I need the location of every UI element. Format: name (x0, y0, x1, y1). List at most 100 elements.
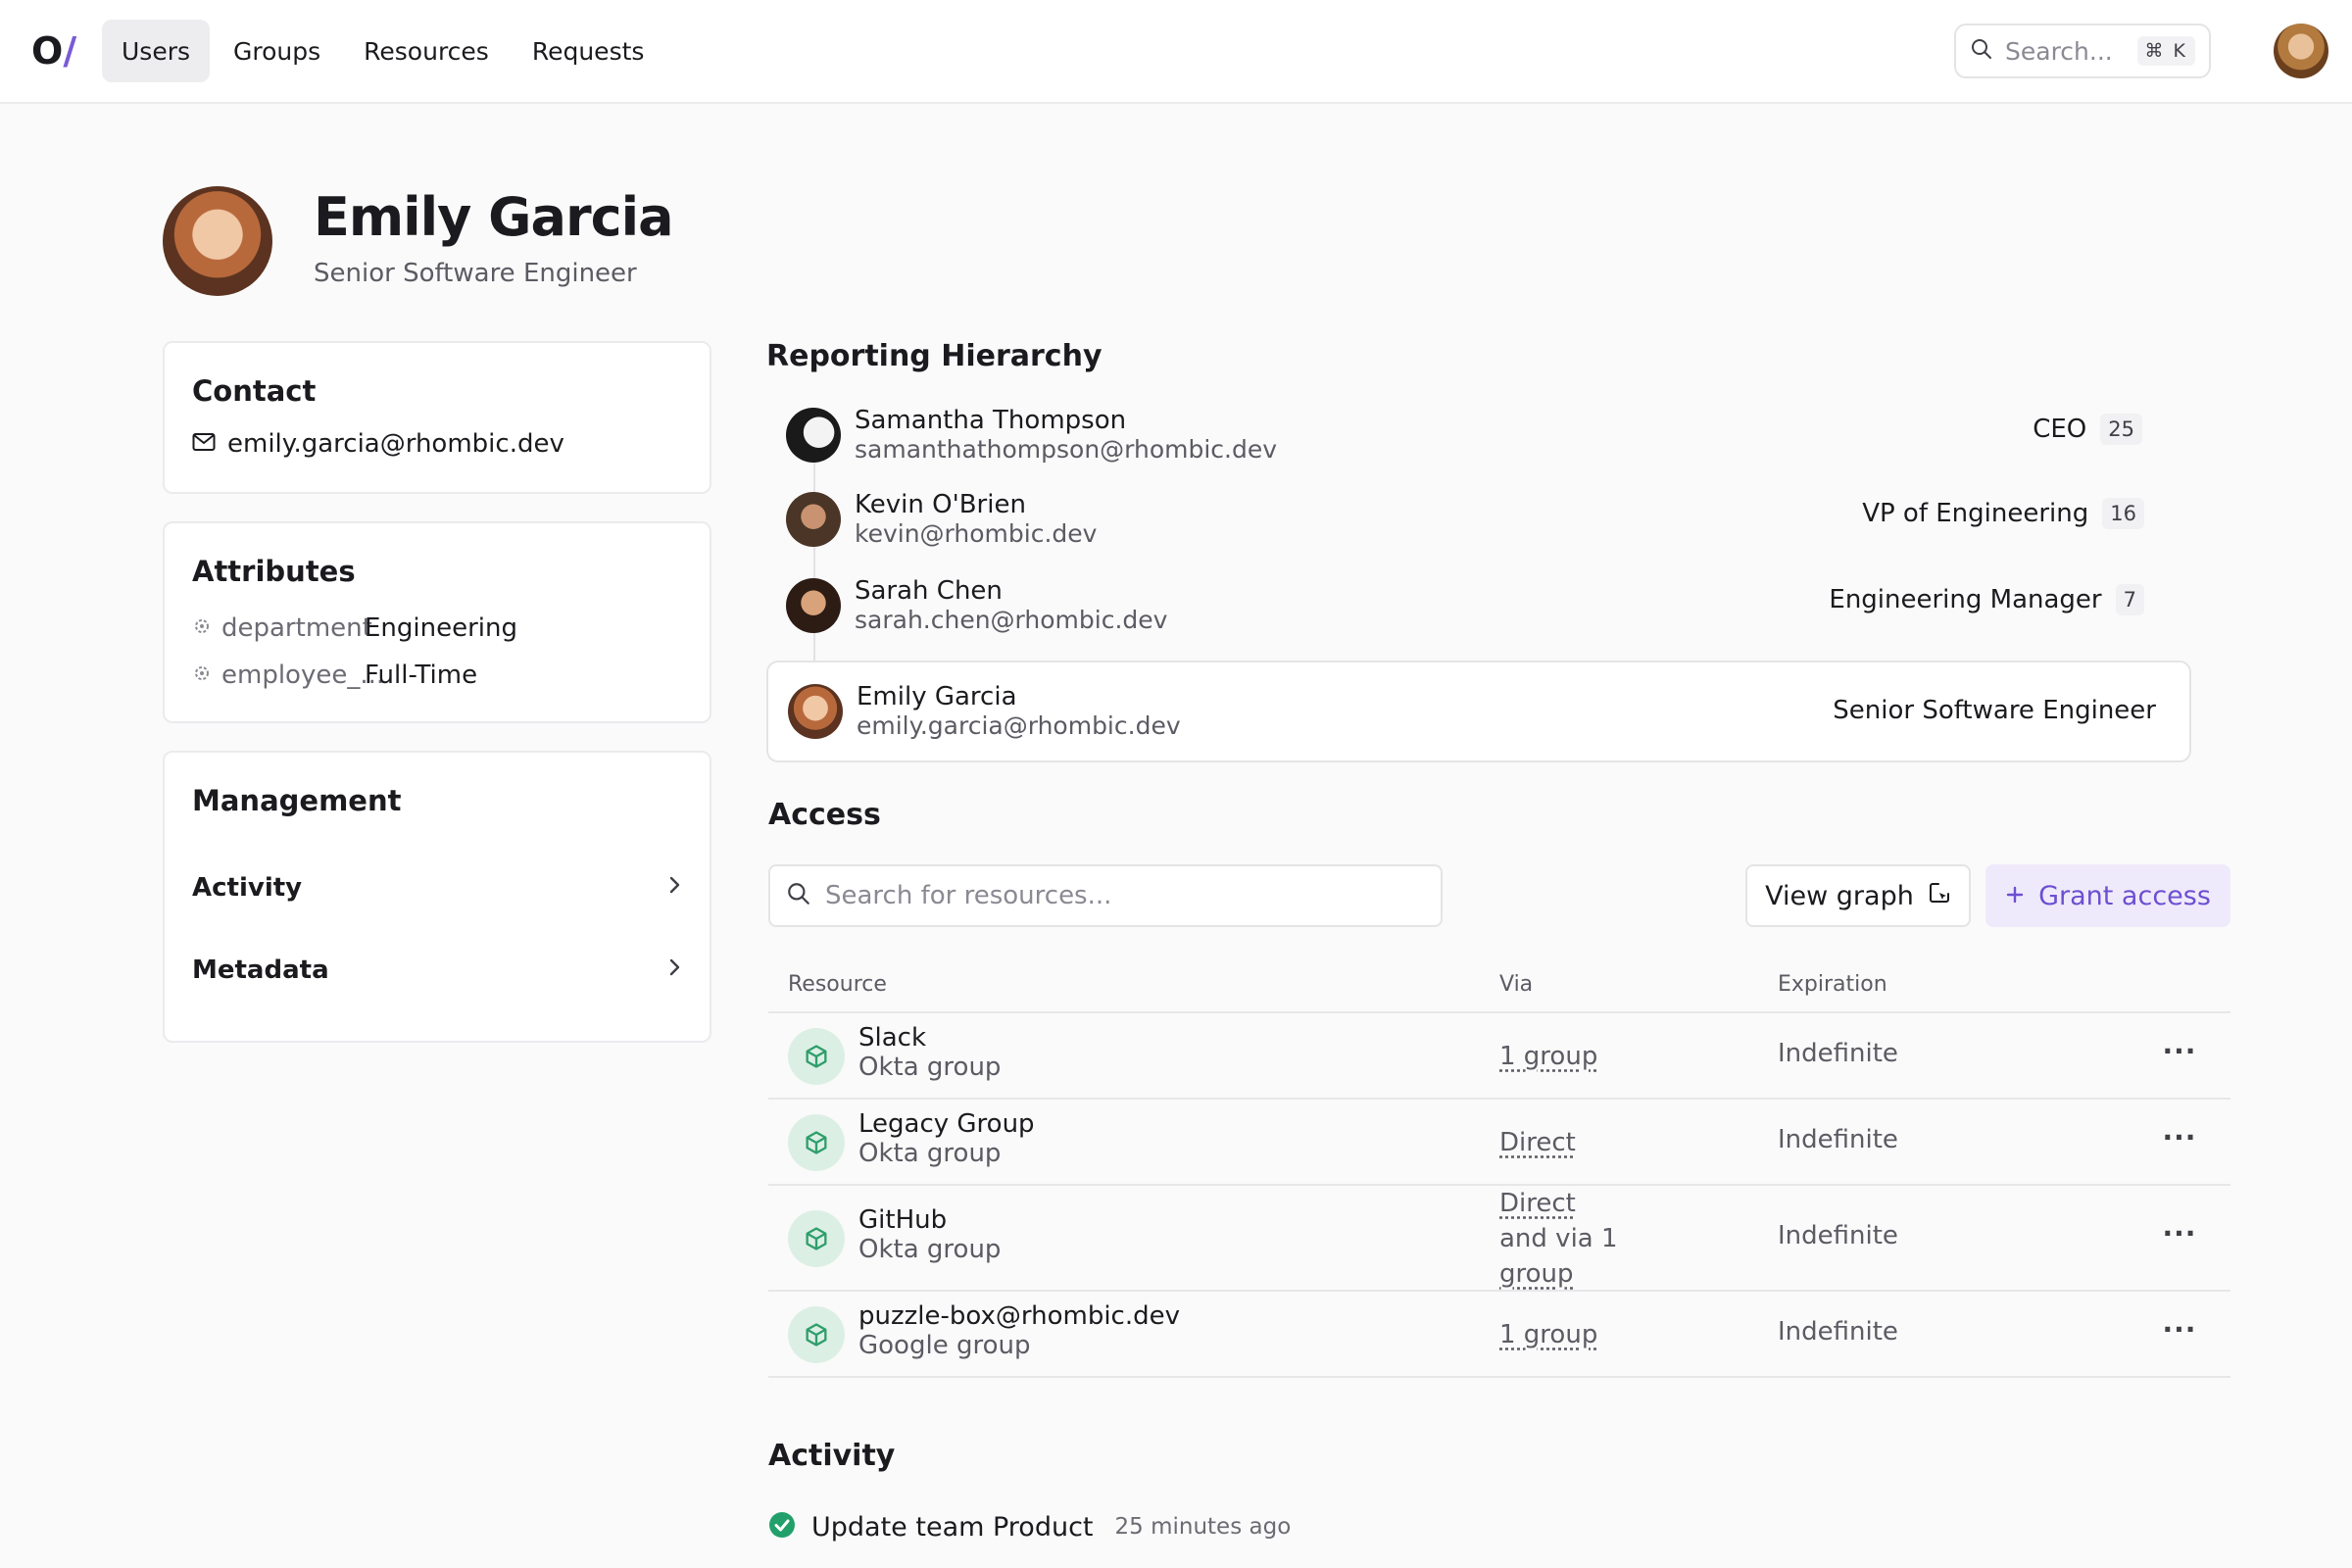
hierarchy-person[interactable]: Kevin O'Brien kevin@rhombic.dev VP of En… (768, 484, 2160, 553)
nav-users[interactable]: Users (102, 20, 211, 82)
attribute-row: department Engineering (192, 613, 517, 643)
hierarchy-person-name: Samantha Thompson (855, 406, 1127, 435)
management-item-activity[interactable]: Activity (192, 858, 682, 917)
main-nav: Users Groups Resources Requests (102, 20, 663, 82)
resource-icon (788, 1028, 845, 1085)
access-via[interactable]: Direct (1499, 1125, 1576, 1160)
table-row[interactable]: Legacy Group Okta group Direct Indefinit… (768, 1100, 2230, 1186)
check-circle-icon (768, 1511, 796, 1543)
hierarchy-person-name: Kevin O'Brien (855, 490, 1026, 519)
view-graph-button[interactable]: View graph (1745, 864, 1971, 927)
column-header-via[interactable]: Via (1499, 972, 1533, 997)
sync-icon (192, 661, 212, 690)
profile-name: Emily Garcia (314, 186, 674, 248)
management-card: Management Activity Metadata (163, 751, 711, 1043)
access-title: Access (768, 798, 881, 832)
column-header-expiration[interactable]: Expiration (1778, 972, 1887, 997)
column-header-resource[interactable]: Resource (788, 972, 887, 997)
management-card-title: Management (192, 784, 402, 817)
top-navigation-bar: O / Users Groups Resources Requests Searc… (0, 0, 2352, 104)
resource-icon (788, 1306, 845, 1363)
attribute-key: department (192, 613, 372, 643)
chevron-right-icon (666, 956, 682, 985)
role-label: CEO (2033, 415, 2087, 444)
avatar (788, 684, 843, 739)
avatar (786, 492, 841, 547)
activity-item[interactable]: Update team Product 25 minutes ago (768, 1511, 1291, 1543)
hierarchy-person-email: emily.garcia@rhombic.dev (857, 711, 1181, 740)
plus-icon (2005, 881, 2025, 911)
row-more-button[interactable]: ··· (2160, 1217, 2199, 1250)
view-graph-label: View graph (1765, 880, 1914, 911)
chevron-right-icon (666, 873, 682, 903)
attribute-value: Full-Time (365, 661, 478, 690)
global-search-placeholder: Search... (2005, 36, 2113, 66)
global-search-input[interactable]: Search... ⌘ K (1954, 24, 2211, 78)
hierarchy-current-user[interactable]: Emily Garcia emily.garcia@rhombic.dev Se… (766, 661, 2191, 762)
via-line: 1 group (1499, 1320, 1598, 1349)
hierarchy-person-email: kevin@rhombic.dev (855, 519, 1098, 548)
activity-timestamp: 25 minutes ago (1114, 1514, 1292, 1540)
resource-search-input[interactable]: Search for resources... (768, 864, 1443, 927)
current-user-avatar[interactable] (2274, 24, 2328, 78)
row-more-button[interactable]: ··· (2160, 1035, 2199, 1067)
access-table-header: Resource Via Expiration (768, 964, 2230, 1013)
role-label: VP of Engineering (1862, 499, 2089, 528)
hierarchy-person[interactable]: Samantha Thompson samanthathompson@rhomb… (768, 400, 2160, 468)
access-via[interactable]: Direct and via 1 group (1499, 1186, 1618, 1292)
resource-name: GitHub (858, 1205, 948, 1235)
resource-type: Okta group (858, 1139, 1002, 1168)
nav-requests[interactable]: Requests (513, 20, 664, 82)
role-label: Senior Software Engineer (1833, 696, 2156, 725)
reports-count-badge: 16 (2102, 498, 2144, 529)
resource-name: Slack (858, 1023, 927, 1053)
resource-icon (788, 1114, 845, 1171)
hierarchy-person-role: Engineering Manager 7 (1829, 584, 2144, 615)
activity-title: Activity (768, 1439, 896, 1473)
contact-email-row[interactable]: emily.garcia@rhombic.dev (192, 429, 564, 459)
hierarchy-person-email: samanthathompson@rhombic.dev (855, 435, 1278, 464)
logo-mark: O (31, 29, 63, 73)
via-line: 1 group (1499, 1042, 1598, 1071)
row-more-button[interactable]: ··· (2160, 1313, 2199, 1346)
access-expiration: Indefinite (1778, 1125, 1898, 1154)
resource-name: Legacy Group (858, 1109, 1035, 1139)
hierarchy-person[interactable]: Sarah Chen sarah.chen@rhombic.dev Engine… (768, 570, 2160, 639)
resource-search-placeholder: Search for resources... (825, 881, 1112, 910)
app-logo[interactable]: O / (31, 29, 76, 73)
attribute-row: employee_... Full-Time (192, 661, 477, 690)
management-item-label: Metadata (192, 956, 329, 985)
management-item-label: Activity (192, 873, 303, 903)
table-row[interactable]: puzzle-box@rhombic.dev Google group 1 gr… (768, 1292, 2230, 1378)
management-item-metadata[interactable]: Metadata (192, 941, 682, 1000)
grant-access-button[interactable]: Grant access (1985, 864, 2230, 927)
reports-count-badge: 7 (2115, 584, 2144, 615)
attribute-key: employee_... (192, 661, 384, 690)
contact-card: Contact emily.garcia@rhombic.dev (163, 341, 711, 494)
resource-name: puzzle-box@rhombic.dev (858, 1301, 1180, 1331)
mail-icon (192, 429, 216, 459)
resource-icon (788, 1210, 845, 1267)
avatar (786, 578, 841, 633)
hierarchy-person-email: sarah.chen@rhombic.dev (855, 606, 1168, 634)
hierarchy-person-role: Senior Software Engineer (1833, 696, 2156, 725)
resource-type: Okta group (858, 1053, 1002, 1082)
nav-groups[interactable]: Groups (214, 20, 340, 82)
table-row[interactable]: GitHub Okta group Direct and via 1 group… (768, 1186, 2230, 1292)
hierarchy-person-name: Sarah Chen (855, 576, 1003, 606)
access-expiration: Indefinite (1778, 1039, 1898, 1068)
attributes-card: Attributes department Engineering employ… (163, 521, 711, 723)
table-row[interactable]: Slack Okta group 1 group Indefinite ··· (768, 1013, 2230, 1100)
access-via[interactable]: 1 group (1499, 1317, 1597, 1352)
attribute-key-label: employee_... (221, 661, 385, 690)
profile-avatar (163, 186, 272, 296)
search-shortcut-badge: ⌘ K (2136, 36, 2195, 66)
access-via[interactable]: 1 group (1499, 1039, 1597, 1074)
via-line: group (1499, 1259, 1574, 1289)
nav-resources[interactable]: Resources (344, 20, 509, 82)
access-expiration: Indefinite (1778, 1317, 1898, 1347)
row-more-button[interactable]: ··· (2160, 1121, 2199, 1153)
resource-type: Google group (858, 1331, 1031, 1360)
reports-count-badge: 25 (2100, 414, 2142, 445)
activity-text: Update team Product (811, 1511, 1094, 1543)
